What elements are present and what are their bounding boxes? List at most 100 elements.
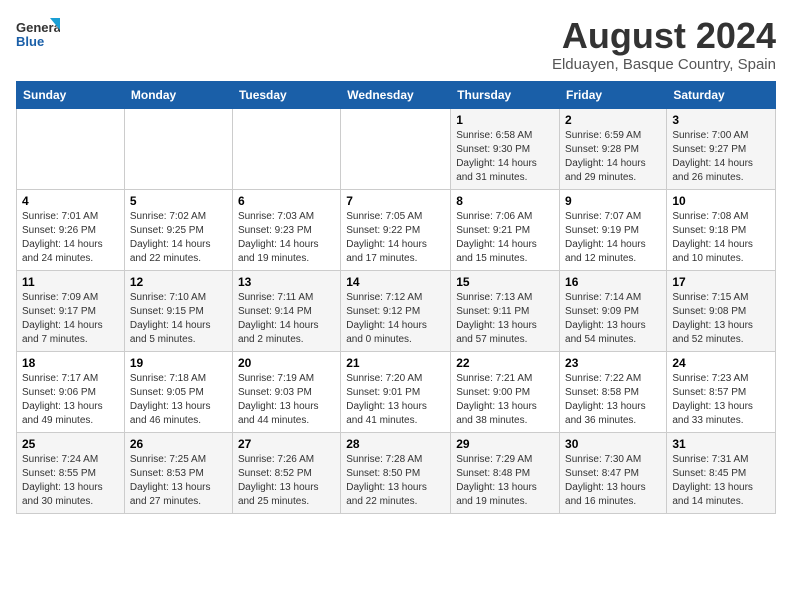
day-number: 29 [456, 437, 554, 451]
day-info: Sunrise: 7:03 AM Sunset: 9:23 PM Dayligh… [238, 210, 335, 266]
day-cell: 11 Sunrise: 7:09 AM Sunset: 9:17 PM Dayli… [17, 270, 125, 351]
day-number: 2 [565, 113, 661, 127]
day-cell: 7Sunrise: 7:05 AM Sunset: 9:22 PM Daylig… [341, 189, 451, 270]
day-number: 20 [238, 356, 335, 370]
day-info: Sunrise: 7:31 AM Sunset: 8:45 PM Dayligh… [672, 453, 770, 509]
day-info: Sunrise: 7:23 AM Sunset: 8:57 PM Dayligh… [672, 372, 770, 428]
day-number: 11 [22, 275, 119, 289]
day-number: 24 [672, 356, 770, 370]
day-cell: 1 Sunrise: 6:58 AM Sunset: 9:30 PM Daylig… [451, 108, 560, 189]
day-cell [17, 108, 125, 189]
day-info: Sunrise: 7:13 AM Sunset: 9:11 PM Dayligh… [456, 291, 554, 347]
day-info: Sunrise: 7:19 AM Sunset: 9:03 PM Dayligh… [238, 372, 335, 428]
day-cell: 3Sunrise: 7:00 AM Sunset: 9:27 PM Daylig… [667, 108, 776, 189]
day-number: 4 [22, 194, 119, 208]
weekday-header-wednesday: Wednesday [341, 81, 451, 108]
day-cell: 16 Sunrise: 7:14 AM Sunset: 9:09 PM Dayli… [560, 270, 667, 351]
day-cell: 22 Sunrise: 7:21 AM Sunset: 9:00 PM Dayli… [451, 351, 560, 432]
day-number: 23 [565, 356, 661, 370]
day-info: Sunrise: 7:17 AM Sunset: 9:06 PM Dayligh… [22, 372, 119, 428]
day-cell: 14Sunrise: 7:12 AM Sunset: 9:12 PM Dayli… [341, 270, 451, 351]
day-cell: 29 Sunrise: 7:29 AM Sunset: 8:48 PM Dayli… [451, 432, 560, 513]
day-info: Sunrise: 7:10 AM Sunset: 9:15 PM Dayligh… [130, 291, 227, 347]
week-row-5: 25 Sunrise: 7:24 AM Sunset: 8:55 PM Dayli… [17, 432, 776, 513]
day-cell: 23 Sunrise: 7:22 AM Sunset: 8:58 PM Dayli… [560, 351, 667, 432]
day-number: 19 [130, 356, 227, 370]
weekday-header-saturday: Saturday [667, 81, 776, 108]
day-info: Sunrise: 7:21 AM Sunset: 9:00 PM Dayligh… [456, 372, 554, 428]
day-info: Sunrise: 7:09 AM Sunset: 9:17 PM Dayligh… [22, 291, 119, 347]
day-cell: 26 Sunrise: 7:25 AM Sunset: 8:53 PM Dayli… [124, 432, 232, 513]
day-cell: 21 Sunrise: 7:20 AM Sunset: 9:01 PM Dayli… [341, 351, 451, 432]
day-cell: 18 Sunrise: 7:17 AM Sunset: 9:06 PM Dayli… [17, 351, 125, 432]
day-cell: 15 Sunrise: 7:13 AM Sunset: 9:11 PM Dayli… [451, 270, 560, 351]
day-number: 9 [565, 194, 661, 208]
day-number: 16 [565, 275, 661, 289]
day-info: Sunrise: 7:00 AM Sunset: 9:27 PM Dayligh… [672, 129, 770, 185]
day-number: 27 [238, 437, 335, 451]
day-number: 18 [22, 356, 119, 370]
day-number: 8 [456, 194, 554, 208]
day-number: 14 [346, 275, 445, 289]
day-number: 25 [22, 437, 119, 451]
day-number: 21 [346, 356, 445, 370]
day-info: Sunrise: 6:59 AM Sunset: 9:28 PM Dayligh… [565, 129, 661, 185]
svg-text:General: General [16, 20, 60, 35]
day-info: Sunrise: 7:18 AM Sunset: 9:05 PM Dayligh… [130, 372, 227, 428]
weekday-header-monday: Monday [124, 81, 232, 108]
day-cell: 28Sunrise: 7:28 AM Sunset: 8:50 PM Dayli… [341, 432, 451, 513]
day-cell: 10Sunrise: 7:08 AM Sunset: 9:18 PM Dayli… [667, 189, 776, 270]
day-cell: 9Sunrise: 7:07 AM Sunset: 9:19 PM Daylig… [560, 189, 667, 270]
day-cell: 8 Sunrise: 7:06 AM Sunset: 9:21 PM Daylig… [451, 189, 560, 270]
calendar-subtitle: Elduayen, Basque Country, Spain [552, 56, 776, 73]
day-number: 5 [130, 194, 227, 208]
day-cell: 2 Sunrise: 6:59 AM Sunset: 9:28 PM Daylig… [560, 108, 667, 189]
day-cell: 4 Sunrise: 7:01 AM Sunset: 9:26 PM Daylig… [17, 189, 125, 270]
day-info: Sunrise: 7:30 AM Sunset: 8:47 PM Dayligh… [565, 453, 661, 509]
weekday-header-sunday: Sunday [17, 81, 125, 108]
week-row-3: 11 Sunrise: 7:09 AM Sunset: 9:17 PM Dayli… [17, 270, 776, 351]
day-info: Sunrise: 7:28 AM Sunset: 8:50 PM Dayligh… [346, 453, 445, 509]
day-number: 10 [672, 194, 770, 208]
day-info: Sunrise: 7:06 AM Sunset: 9:21 PM Dayligh… [456, 210, 554, 266]
week-row-4: 18 Sunrise: 7:17 AM Sunset: 9:06 PM Dayli… [17, 351, 776, 432]
day-info: Sunrise: 7:01 AM Sunset: 9:26 PM Dayligh… [22, 210, 119, 266]
day-info: Sunrise: 7:20 AM Sunset: 9:01 PM Dayligh… [346, 372, 445, 428]
day-number: 12 [130, 275, 227, 289]
header: General Blue August 2024 Elduayen, Basqu… [16, 16, 776, 73]
day-number: 26 [130, 437, 227, 451]
day-cell: 20 Sunrise: 7:19 AM Sunset: 9:03 PM Dayli… [232, 351, 340, 432]
logo: General Blue [16, 16, 60, 52]
day-cell: 12 Sunrise: 7:10 AM Sunset: 9:15 PM Dayli… [124, 270, 232, 351]
logo-icon: General Blue [16, 16, 60, 52]
calendar-table: SundayMondayTuesdayWednesdayThursdayFrid… [16, 81, 776, 514]
weekday-header-row: SundayMondayTuesdayWednesdayThursdayFrid… [17, 81, 776, 108]
day-number: 7 [346, 194, 445, 208]
day-info: Sunrise: 7:22 AM Sunset: 8:58 PM Dayligh… [565, 372, 661, 428]
day-info: Sunrise: 7:15 AM Sunset: 9:08 PM Dayligh… [672, 291, 770, 347]
day-cell: 5Sunrise: 7:02 AM Sunset: 9:25 PM Daylig… [124, 189, 232, 270]
week-row-2: 4 Sunrise: 7:01 AM Sunset: 9:26 PM Daylig… [17, 189, 776, 270]
day-info: Sunrise: 7:24 AM Sunset: 8:55 PM Dayligh… [22, 453, 119, 509]
title-area: August 2024 Elduayen, Basque Country, Sp… [552, 16, 776, 73]
day-info: Sunrise: 7:29 AM Sunset: 8:48 PM Dayligh… [456, 453, 554, 509]
day-cell: 6 Sunrise: 7:03 AM Sunset: 9:23 PM Daylig… [232, 189, 340, 270]
day-number: 1 [456, 113, 554, 127]
day-number: 15 [456, 275, 554, 289]
weekday-header-thursday: Thursday [451, 81, 560, 108]
calendar-title: August 2024 [552, 16, 776, 56]
day-info: Sunrise: 6:58 AM Sunset: 9:30 PM Dayligh… [456, 129, 554, 185]
day-cell: 30Sunrise: 7:30 AM Sunset: 8:47 PM Dayli… [560, 432, 667, 513]
day-cell: 24 Sunrise: 7:23 AM Sunset: 8:57 PM Dayli… [667, 351, 776, 432]
day-number: 17 [672, 275, 770, 289]
day-cell: 17 Sunrise: 7:15 AM Sunset: 9:08 PM Dayli… [667, 270, 776, 351]
day-info: Sunrise: 7:14 AM Sunset: 9:09 PM Dayligh… [565, 291, 661, 347]
day-number: 6 [238, 194, 335, 208]
day-cell [341, 108, 451, 189]
day-cell: 13Sunrise: 7:11 AM Sunset: 9:14 PM Dayli… [232, 270, 340, 351]
day-number: 22 [456, 356, 554, 370]
week-row-1: 1 Sunrise: 6:58 AM Sunset: 9:30 PM Daylig… [17, 108, 776, 189]
day-number: 31 [672, 437, 770, 451]
day-info: Sunrise: 7:25 AM Sunset: 8:53 PM Dayligh… [130, 453, 227, 509]
day-cell: 19 Sunrise: 7:18 AM Sunset: 9:05 PM Dayli… [124, 351, 232, 432]
